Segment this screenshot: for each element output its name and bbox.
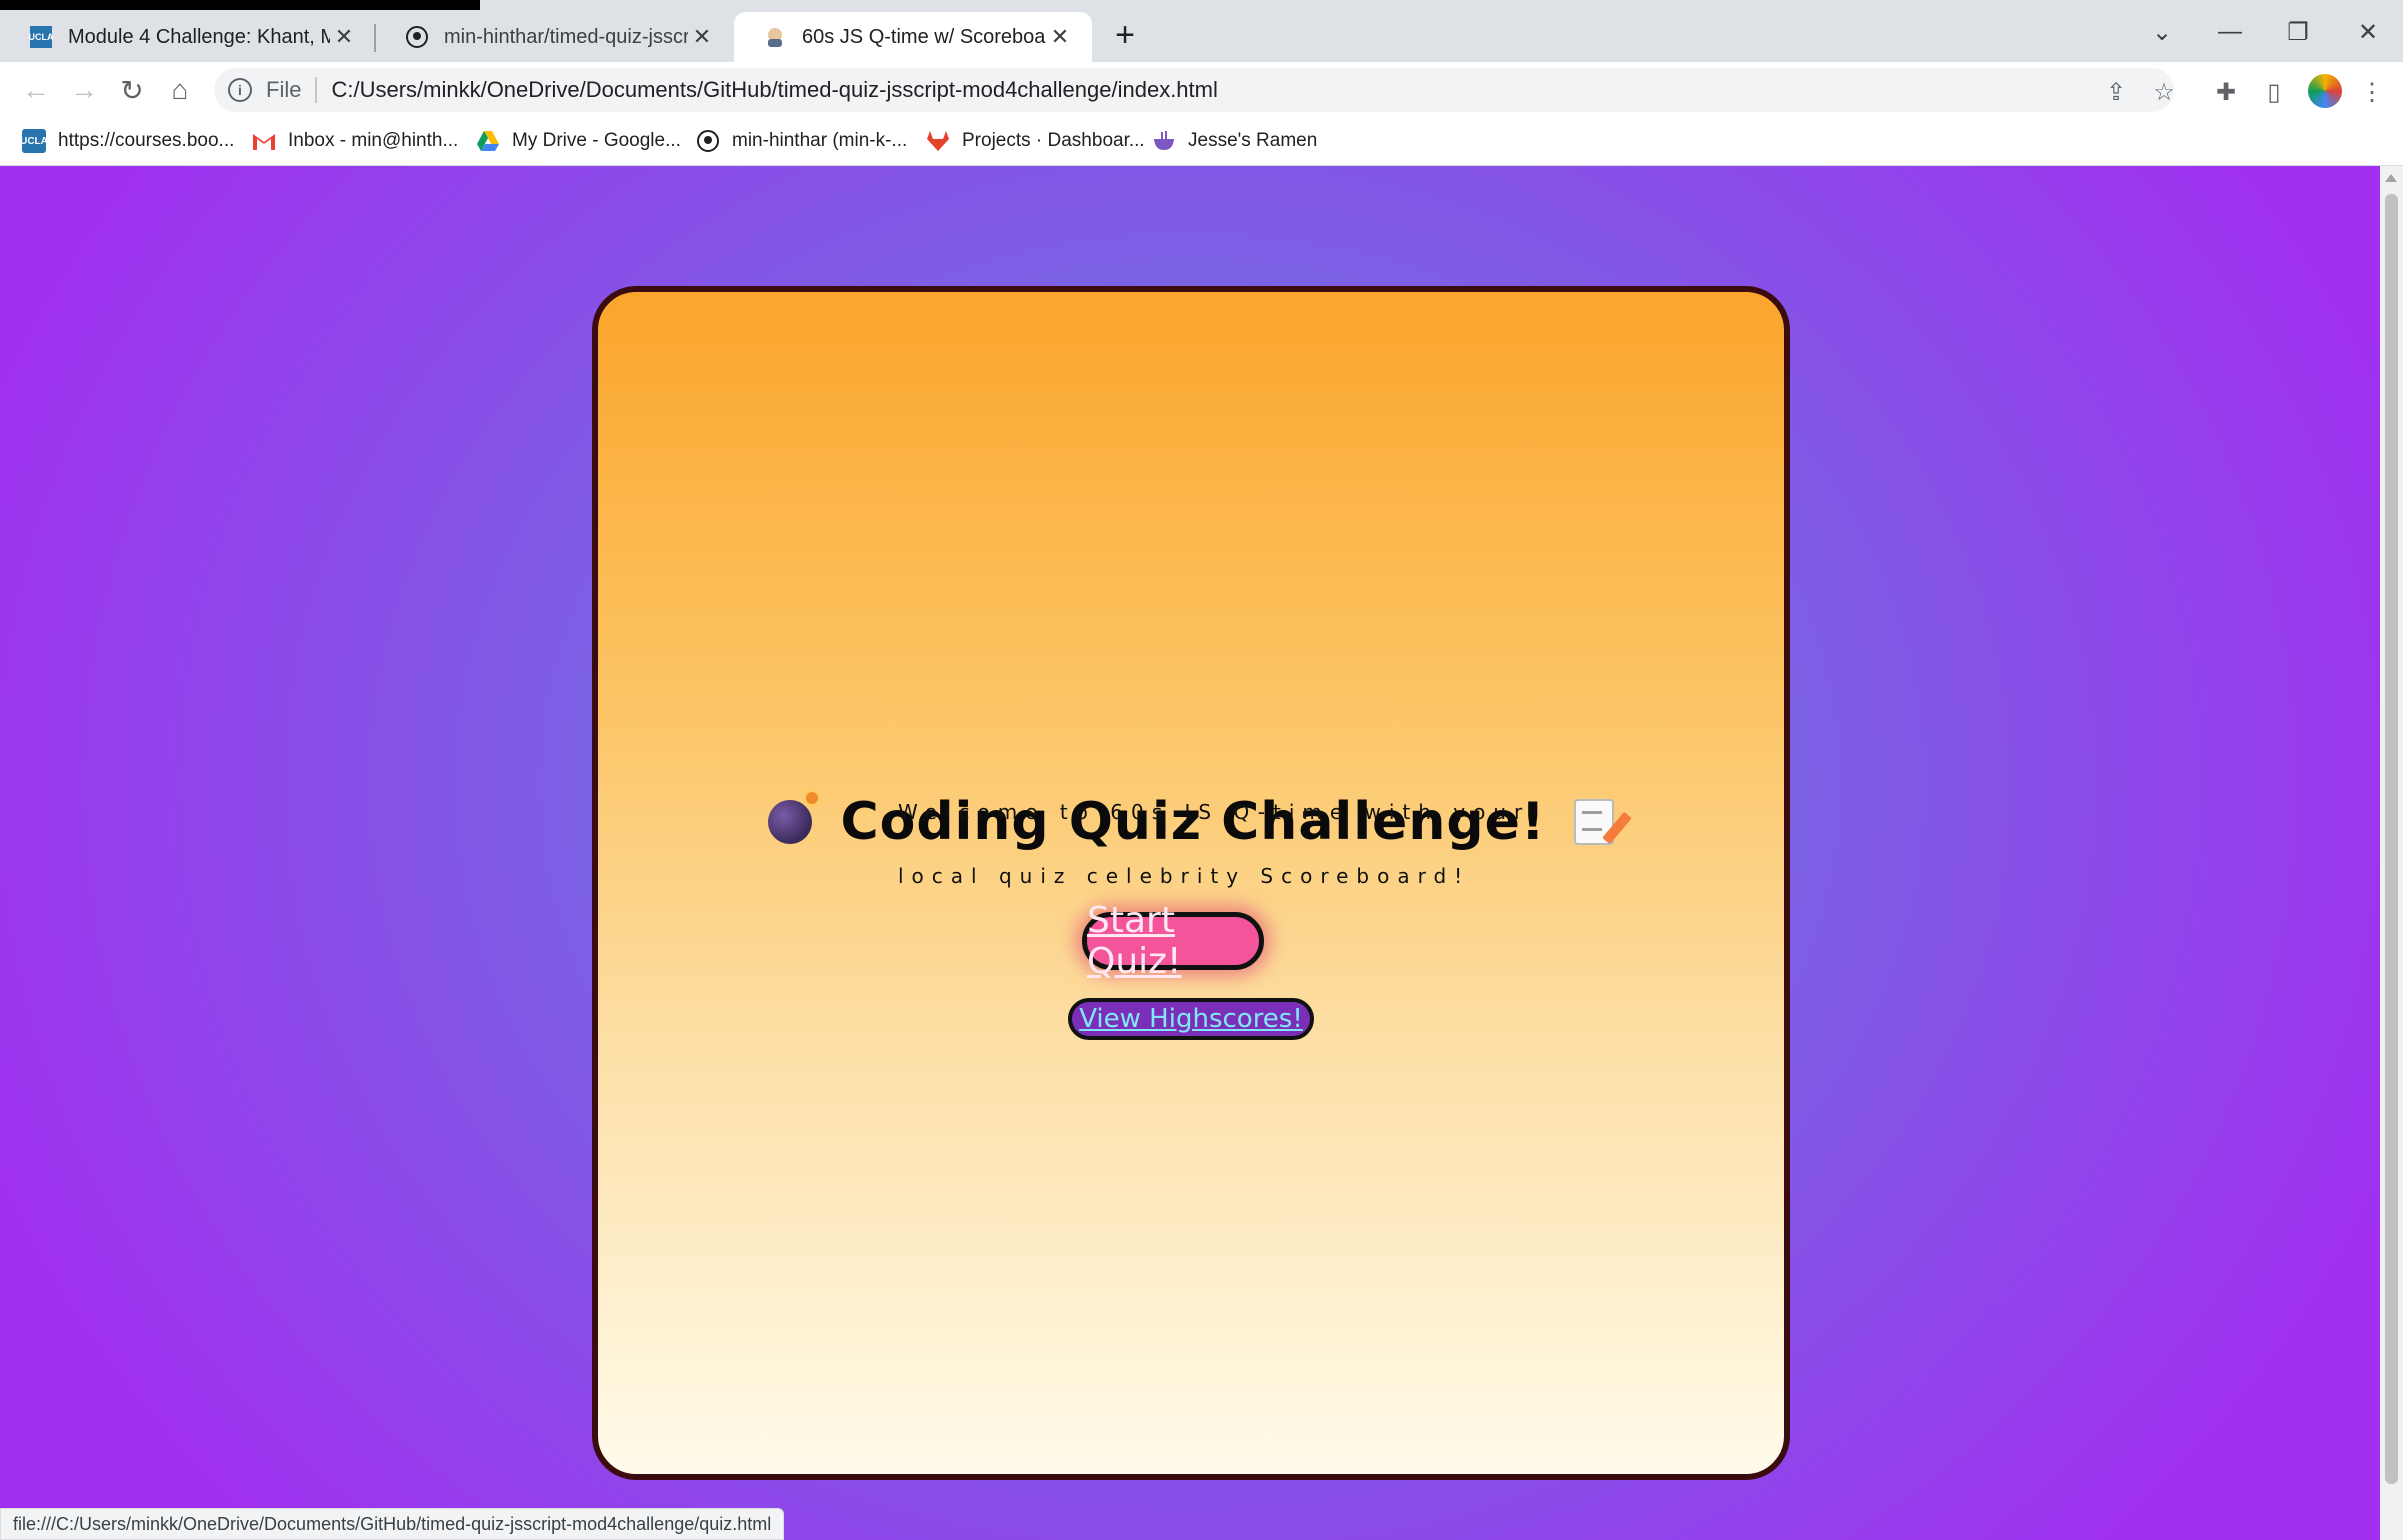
minimize-icon[interactable]: — [2206,10,2254,54]
tab-title: Module 4 Challenge: Khant, Min [68,25,330,48]
extensions-icon[interactable]: ✚ [2210,76,2242,108]
tab-github-repo[interactable]: min-hinthar/timed-quiz-jsscript-mod4chal… [376,12,734,62]
address-bar[interactable]: i File C:/Users/minkk/OneDrive/Documents… [214,68,2174,112]
bookmark-label: Jesse's Ramen [1188,130,1318,151]
forward-icon[interactable]: → [66,72,102,108]
close-icon[interactable]: ✕ [1046,24,1074,50]
bookmarks-bar: UCLA https://courses.boo... Inbox - min@… [0,118,2403,166]
page-icon [764,26,786,48]
page-background: Coding Quiz Challenge! Welcome to 60s JS… [0,166,2380,1540]
view-highscores-button[interactable]: View Highscores! [1068,998,1314,1040]
divider [315,77,318,103]
bookmark-label: Inbox - min@hinth... [288,130,459,151]
info-icon[interactable]: i [228,78,252,102]
ramen-icon [1152,129,1176,153]
bookmark-label: Projects · Dashboar... [962,130,1145,151]
page-scrollbar[interactable] [2380,166,2403,1540]
close-window-icon[interactable]: ✕ [2344,10,2392,54]
bookmark-star-icon[interactable]: ☆ [2148,76,2180,108]
restore-icon[interactable]: ❐ [2274,10,2322,54]
bookmark-drive[interactable]: My Drive - Google... [476,126,681,156]
tab-strip: UCLA Module 4 Challenge: Khant, Min ✕ mi… [0,0,2403,62]
welcome-text-line-2: local quiz celebrity Scoreboard! [898,864,1471,888]
memo-icon [1573,799,1614,845]
close-icon[interactable]: ✕ [688,24,716,50]
github-icon [696,129,720,153]
home-icon[interactable]: ⌂ [162,72,198,108]
gmail-icon [252,129,276,153]
bookmark-gmail[interactable]: Inbox - min@hinth... [252,126,458,156]
bookmark-label: min-hinthar (min-k-... [732,130,908,151]
tab-module-4[interactable]: UCLA Module 4 Challenge: Khant, Min ✕ [0,12,376,62]
bookmark-gitlab[interactable]: Projects · Dashboar... [926,126,1145,156]
menu-icon[interactable]: ⋮ [2356,76,2388,108]
share-icon[interactable]: ⇪ [2100,76,2132,108]
tab-title: 60s JS Q-time w/ Scoreboard [802,25,1046,48]
start-quiz-button[interactable]: Start Quiz! [1082,900,1264,982]
profile-avatar[interactable] [2308,74,2342,108]
ucla-icon: UCLA [29,26,54,48]
close-icon[interactable]: ✕ [330,24,358,50]
reload-icon[interactable]: ↻ [114,72,150,108]
tab-title: min-hinthar/timed-quiz-jsscript-mod4chal… [444,25,688,48]
scroll-up-icon[interactable] [2385,174,2397,182]
ucla-icon: UCLA [20,129,48,153]
welcome-text-line-1: Welcome to 60s JS Q-time with your [898,800,1531,824]
tab-search-icon[interactable]: ⌄ [2138,10,2186,54]
bookmark-courses[interactable]: UCLA https://courses.boo... [20,126,235,156]
bookmark-github[interactable]: min-hinthar (min-k-... [696,126,907,156]
scrollbar-thumb[interactable] [2385,194,2398,1484]
gitlab-icon [926,129,950,153]
drive-icon [476,129,500,153]
url-text[interactable]: C:/Users/minkk/OneDrive/Documents/GitHub… [331,77,1217,103]
back-icon[interactable]: ← [18,72,54,108]
bookmark-ramen[interactable]: Jesse's Ramen [1152,126,1317,156]
tab-quiz-page[interactable]: 60s JS Q-time w/ Scoreboard ✕ [734,12,1092,62]
quiz-card: Coding Quiz Challenge! Welcome to 60s JS… [592,286,1790,1480]
window-edge [0,0,480,10]
bookmark-label: My Drive - Google... [512,130,681,151]
browser-toolbar: ← → ↻ ⌂ i File C:/Users/minkk/OneDrive/D… [0,62,2403,118]
status-bar: file:///C:/Users/minkk/OneDrive/Document… [0,1508,785,1540]
bookmark-label: https://courses.boo... [58,130,235,151]
url-scheme: File [266,77,302,102]
side-panel-icon[interactable]: ▯ [2258,76,2290,108]
new-tab-button[interactable]: + [1106,16,1144,54]
bomb-icon [768,792,819,844]
github-icon [406,26,428,48]
